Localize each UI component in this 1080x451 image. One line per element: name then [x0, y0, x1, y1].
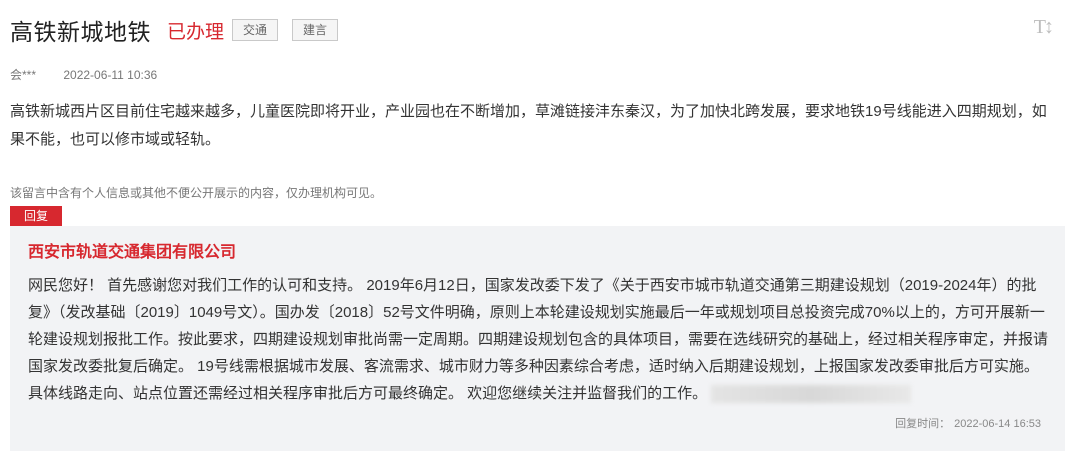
page-title: 高铁新城地铁 [10, 19, 151, 45]
reply-text: 网民您好！ 首先感谢您对我们工作的认可和支持。 2019年6月12日，国家发改委… [28, 277, 1049, 402]
message-meta: 会*** 2022-06-11 10:36 [10, 66, 157, 83]
reply-organization: 西安市轨道交通集团有限公司 [28, 244, 237, 261]
status-badge: 已办理 [167, 21, 225, 43]
reply-time: 回复时间： 2022-06-14 16:53 [895, 415, 1041, 431]
redacted-signature [711, 385, 912, 404]
reply-text-container: 网民您好！ 首先感谢您对我们工作的认可和支持。 2019年6月12日，国家发改委… [28, 272, 1053, 407]
reply-label: 回复 [10, 206, 62, 226]
author: 会*** [10, 68, 37, 82]
font-size-icon[interactable]: T↕ [1034, 16, 1054, 39]
message-header: 高铁新城地铁 已办理 交通 建言 [10, 12, 339, 48]
privacy-notice: 该留言中含有个人信息或其他不便公开展示的内容，仅办理机构可见。 [10, 186, 383, 200]
tag-suggestion[interactable]: 建言 [292, 19, 339, 41]
message-content: 高铁新城西片区目前住宅越来越多，儿童医院即将开业，产业园也在不断增加，草滩链接沣… [10, 103, 1047, 148]
reply-time-label: 回复时间： [895, 418, 951, 430]
post-date: 2022-06-11 10:36 [63, 68, 158, 82]
reply-box: 西安市轨道交通集团有限公司 网民您好！ 首先感谢您对我们工作的认可和支持。 20… [10, 226, 1065, 451]
tag-transport[interactable]: 交通 [232, 19, 279, 41]
reply-time-value: 2022-06-14 16:53 [954, 418, 1041, 430]
watermark: 荣耀渭南网 [901, 166, 1052, 197]
